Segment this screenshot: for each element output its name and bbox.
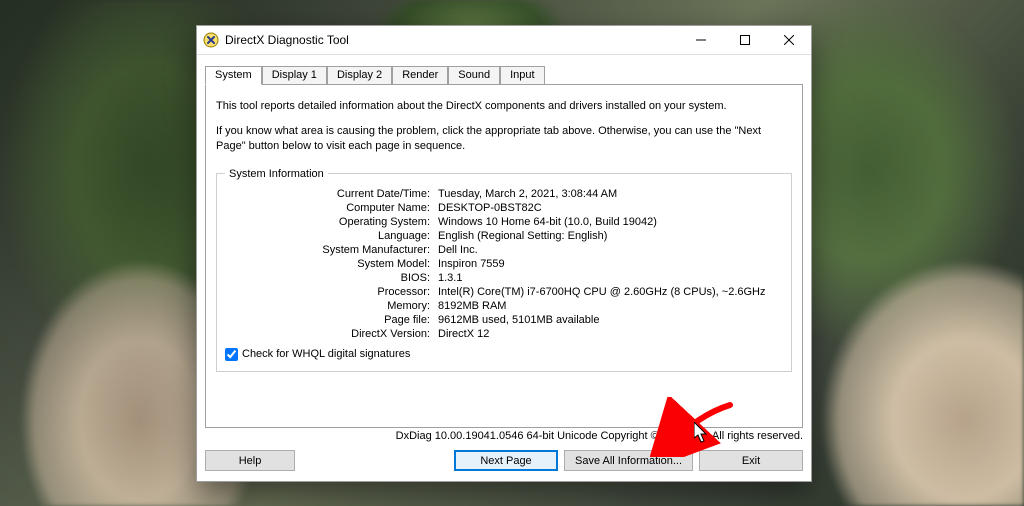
whql-label[interactable]: Check for WHQL digital signatures [242, 348, 410, 360]
desktop-background: DirectX Diagnostic Tool System Display 1… [0, 0, 1024, 506]
exit-button[interactable]: Exit [699, 450, 803, 471]
save-all-information-button[interactable]: Save All Information... [564, 450, 693, 471]
label-language: Language: [225, 230, 430, 242]
system-information-legend: System Information [225, 168, 328, 180]
value-pagefile: 9612MB used, 5101MB available [438, 314, 783, 326]
value-language: English (Regional Setting: English) [438, 230, 783, 242]
label-computer: Computer Name: [225, 202, 430, 214]
close-button[interactable] [767, 26, 811, 54]
maximize-button[interactable] [723, 26, 767, 54]
value-manu: Dell Inc. [438, 244, 783, 256]
help-button[interactable]: Help [205, 450, 295, 471]
value-processor: Intel(R) Core(TM) i7-6700HQ CPU @ 2.60GH… [438, 286, 783, 298]
next-page-button[interactable]: Next Page [454, 450, 558, 471]
dxdiag-icon [203, 32, 219, 48]
tabstrip: System Display 1 Display 2 Render Sound … [205, 64, 803, 85]
label-model: System Model: [225, 258, 430, 270]
value-os: Windows 10 Home 64-bit (10.0, Build 1904… [438, 216, 783, 228]
intro-line1: This tool reports detailed information a… [216, 99, 792, 114]
titlebar[interactable]: DirectX Diagnostic Tool [197, 26, 811, 55]
value-model: Inspiron 7559 [438, 258, 783, 270]
intro-line2: If you know what area is causing the pro… [216, 124, 792, 154]
label-pagefile: Page file: [225, 314, 430, 326]
label-datetime: Current Date/Time: [225, 188, 430, 200]
label-processor: Processor: [225, 286, 430, 298]
value-bios: 1.3.1 [438, 272, 783, 284]
intro-text: This tool reports detailed information a… [216, 95, 792, 164]
label-bios: BIOS: [225, 272, 430, 284]
tab-display2[interactable]: Display 2 [327, 66, 392, 84]
tab-sound[interactable]: Sound [448, 66, 500, 84]
label-os: Operating System: [225, 216, 430, 228]
window-title: DirectX Diagnostic Tool [225, 33, 349, 47]
tab-system[interactable]: System [205, 66, 262, 85]
dxdiag-window: DirectX Diagnostic Tool System Display 1… [196, 25, 812, 482]
tab-render[interactable]: Render [392, 66, 448, 84]
button-row: Help Next Page Save All Information... E… [197, 442, 811, 481]
label-memory: Memory: [225, 300, 430, 312]
value-datetime: Tuesday, March 2, 2021, 3:08:44 AM [438, 188, 783, 200]
tab-panel-system: This tool reports detailed information a… [205, 85, 803, 428]
system-information-group: System Information Current Date/Time: Tu… [216, 168, 792, 372]
value-computer: DESKTOP-0BST82C [438, 202, 783, 214]
whql-checkbox[interactable] [225, 348, 238, 361]
value-memory: 8192MB RAM [438, 300, 783, 312]
tab-display1[interactable]: Display 1 [262, 66, 327, 84]
label-dxver: DirectX Version: [225, 328, 430, 340]
value-dxver: DirectX 12 [438, 328, 783, 340]
label-manu: System Manufacturer: [225, 244, 430, 256]
version-line: DxDiag 10.00.19041.0546 64-bit Unicode C… [205, 430, 803, 442]
minimize-button[interactable] [679, 26, 723, 54]
tab-input[interactable]: Input [500, 66, 544, 84]
